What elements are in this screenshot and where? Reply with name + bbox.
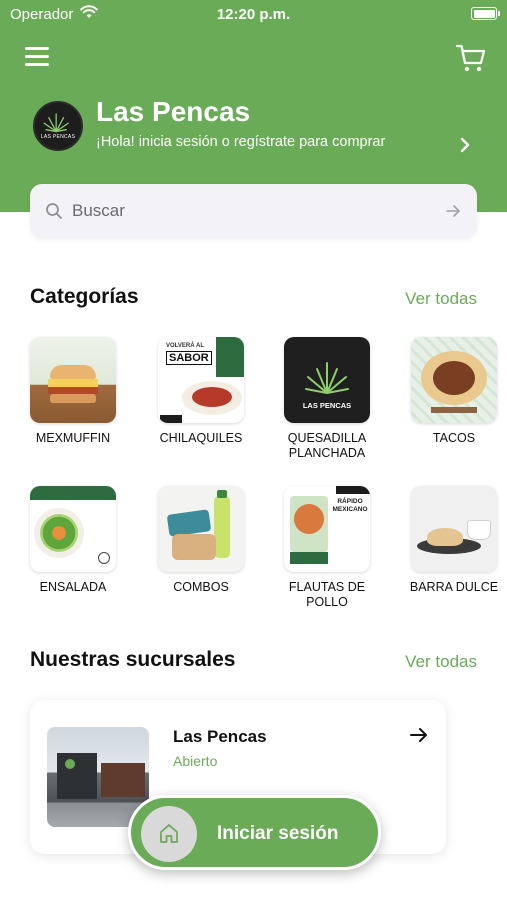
category-image: LAS PENCAS bbox=[284, 337, 370, 423]
brand-title: Las Pencas bbox=[96, 96, 251, 127]
login-button[interactable]: Iniciar sesión bbox=[128, 795, 381, 870]
category-quesadilla-planchada[interactable]: LAS PENCAS QUESADILLA PLANCHADA bbox=[279, 337, 375, 461]
header: Operador 12:20 p.m. LAS PENCAS Las Penca… bbox=[0, 0, 507, 212]
category-label: QUESADILLA PLANCHADA bbox=[287, 431, 367, 460]
category-chilaquiles[interactable]: VOLVERÁ AL SABOR CHILAQUILES bbox=[153, 337, 249, 446]
category-label: CHILAQUILES bbox=[159, 431, 243, 445]
category-label: ENSALADA bbox=[39, 580, 107, 594]
search-input[interactable] bbox=[72, 198, 432, 224]
home-icon-circle bbox=[141, 806, 197, 862]
branch-status: Abierto bbox=[173, 753, 218, 769]
home-icon bbox=[160, 824, 178, 843]
cart-icon[interactable] bbox=[455, 42, 487, 74]
category-image bbox=[411, 486, 497, 572]
clock: 12:20 p.m. bbox=[216, 6, 291, 23]
arrow-right-icon[interactable] bbox=[410, 727, 428, 743]
category-mexmuffin[interactable]: MEXMUFFIN bbox=[25, 337, 121, 446]
agave-icon bbox=[305, 362, 349, 394]
category-tacos[interactable]: TACOS bbox=[406, 337, 502, 446]
categories-see-all-link[interactable]: Ver todas bbox=[405, 289, 477, 309]
brand-logo: LAS PENCAS bbox=[33, 101, 83, 151]
search-bar[interactable] bbox=[30, 184, 477, 238]
category-image bbox=[158, 486, 244, 572]
category-image bbox=[30, 337, 116, 423]
branches-title: Nuestras sucursales bbox=[30, 648, 236, 671]
chevron-right-icon[interactable] bbox=[458, 137, 472, 153]
category-label: MEXMUFFIN bbox=[35, 431, 111, 445]
status-bar: Operador 12:20 p.m. bbox=[0, 0, 507, 28]
search-icon bbox=[46, 203, 62, 219]
category-ensalada[interactable]: ENSALADA bbox=[25, 486, 121, 595]
category-image: VOLVERÁ AL SABOR bbox=[158, 337, 244, 423]
login-prompt[interactable]: ¡Hola! inicia sesión o regístrate para c… bbox=[96, 134, 385, 150]
logo-text: LAS PENCAS bbox=[40, 134, 76, 140]
category-image: RÁPIDO MEXICANO bbox=[284, 486, 370, 572]
category-barra-dulce[interactable]: BARRA DULCE bbox=[406, 486, 502, 595]
category-label: FLAUTAS DE POLLO bbox=[288, 580, 366, 609]
login-button-label: Iniciar sesión bbox=[217, 823, 339, 844]
category-image bbox=[411, 337, 497, 423]
category-flautas-de-pollo[interactable]: RÁPIDO MEXICANO FLAUTAS DE POLLO bbox=[279, 486, 375, 610]
category-label: TACOS bbox=[432, 431, 476, 445]
battery-icon bbox=[471, 7, 500, 20]
categories-title: Categorías bbox=[30, 285, 139, 308]
category-image bbox=[30, 486, 116, 572]
arrow-right-icon[interactable] bbox=[446, 204, 461, 218]
category-combos[interactable]: COMBOS bbox=[153, 486, 249, 595]
branch-name: Las Pencas bbox=[173, 727, 267, 746]
agave-icon bbox=[43, 113, 69, 133]
branches-see-all-link[interactable]: Ver todas bbox=[405, 652, 477, 672]
category-label: COMBOS bbox=[173, 580, 229, 594]
category-label: BARRA DULCE bbox=[409, 580, 499, 594]
menu-icon[interactable] bbox=[25, 47, 51, 69]
